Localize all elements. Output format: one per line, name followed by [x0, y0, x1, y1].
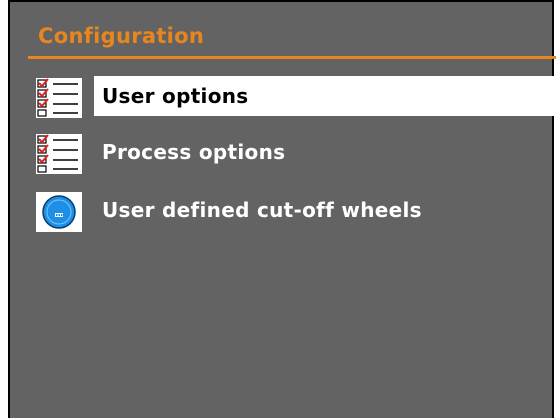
checklist-icon — [36, 134, 82, 174]
menu-item-label: User options — [94, 76, 556, 116]
menu-item-label: Process options — [102, 140, 286, 164]
menu-item-label: User defined cut-off wheels — [102, 198, 422, 222]
menu-item-process-options[interactable]: Process options — [36, 132, 556, 174]
page-title: Configuration — [38, 24, 205, 48]
menu-item-user-options[interactable]: User options — [36, 76, 556, 118]
checklist-icon — [36, 78, 82, 118]
title-divider — [28, 56, 556, 59]
cut-off-wheel-icon — [36, 192, 82, 232]
configuration-screen: Configuration User options Process optio… — [8, 0, 556, 418]
menu-item-user-defined-cut-off-wheels[interactable]: User defined cut-off wheels — [36, 190, 556, 232]
